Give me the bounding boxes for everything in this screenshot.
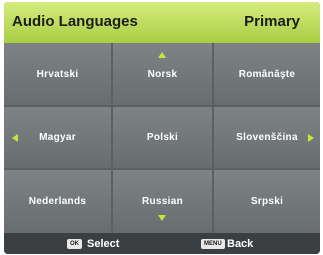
language-option-magyar[interactable]: Magyar <box>4 107 111 168</box>
language-option-label: Românăşte <box>238 68 296 80</box>
language-option-slovenscina[interactable]: Slovenščina <box>214 107 320 168</box>
select-hint-label: Select <box>87 238 120 250</box>
back-hint-label: Back <box>227 238 254 250</box>
language-option-label: Hrvatski <box>36 68 79 80</box>
dialog-header: Audio Languages Primary <box>4 2 320 43</box>
language-option-label: Magyar <box>39 132 76 143</box>
ok-key-icon: OK <box>67 239 82 249</box>
selected-language-slot[interactable]: Primary <box>244 13 300 30</box>
dialog-title: Audio Languages <box>12 13 138 30</box>
footer-hint-bar: OK Select MENU Back <box>4 233 320 254</box>
language-option-srpski[interactable]: Srpski <box>214 170 320 233</box>
language-grid: Hrvatski Norsk Românăşte Magyar Polski S… <box>4 43 320 233</box>
triangle-left-icon[interactable] <box>12 134 18 142</box>
triangle-down-icon[interactable] <box>158 215 166 221</box>
menu-key-icon: MENU <box>201 239 225 249</box>
language-option-label: Slovenščina <box>236 132 298 143</box>
language-option-nederlands[interactable]: Nederlands <box>4 170 111 233</box>
language-option-label: Russian <box>141 196 183 207</box>
triangle-up-icon[interactable] <box>158 52 166 58</box>
triangle-right-icon[interactable] <box>308 134 314 142</box>
language-option-romaneste[interactable]: Românăşte <box>214 43 320 105</box>
language-option-label: Norsk <box>147 68 178 80</box>
audio-languages-dialog: Audio Languages Primary Hrvatski Norsk R… <box>4 2 320 254</box>
language-option-hrvatski[interactable]: Hrvatski <box>4 43 111 105</box>
language-option-russian[interactable]: Russian <box>113 170 212 233</box>
language-option-label: Srpski <box>250 196 284 207</box>
language-option-label: Polski <box>146 132 179 143</box>
language-option-label: Nederlands <box>28 196 87 207</box>
language-option-polski[interactable]: Polski <box>113 107 212 168</box>
